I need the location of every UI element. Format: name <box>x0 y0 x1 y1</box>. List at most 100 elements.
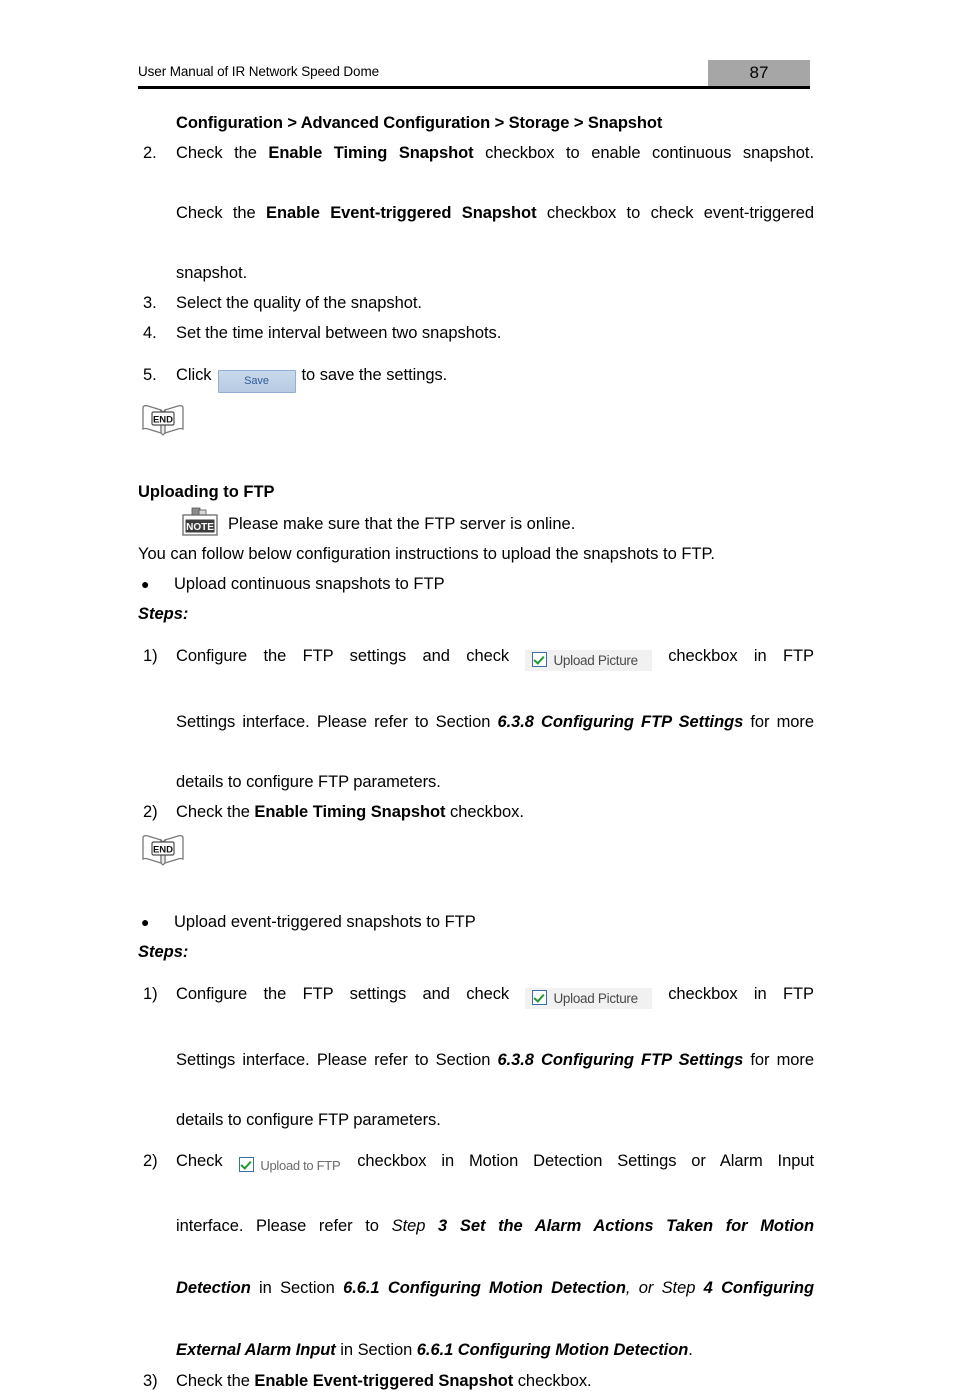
list-item: 5. Click Save to save the settings. <box>138 358 814 393</box>
document-content: Configuration > Advanced Configuration >… <box>138 108 814 1396</box>
save-button[interactable]: Save <box>217 370 296 393</box>
text-run: checkbox in Motion Detection Settings or… <box>357 1152 814 1170</box>
text-run: Check the <box>176 144 269 162</box>
upload-picture-checkbox-chip[interactable]: Upload Picture <box>525 650 652 671</box>
text-run: checkbox to enable continuous snapshot. <box>473 144 815 162</box>
list-item-line: Detection in Section 6.6.1 Configuring M… <box>176 1273 814 1335</box>
text-run: for more <box>743 1051 814 1069</box>
text-run-bold-italic: 3 Set the Alarm Actions Taken for Motion <box>425 1217 814 1235</box>
intro-paragraph: You can follow below configuration instr… <box>138 545 715 563</box>
list-item-text: Select the quality of the snapshot. <box>176 294 422 312</box>
end-marker-2: END <box>140 833 814 867</box>
text-run-bold-italic: 6.6.1 Configuring Motion Detection <box>416 1341 689 1359</box>
text-run: Click <box>176 366 212 384</box>
text-run-italic: Step <box>661 1279 696 1297</box>
text-run: for more <box>743 713 814 731</box>
list-item-line: Check Upload to FTP checkbox in Motion D… <box>176 1145 814 1211</box>
upload-picture-checkbox-chip[interactable]: Upload Picture <box>525 988 652 1009</box>
checkbox-label: Upload Picture <box>553 653 638 668</box>
text-run: Settings interface. Please refer to Sect… <box>176 713 498 731</box>
list-item-line: Check the Enable Event-triggered Snapsho… <box>176 198 814 258</box>
text-run-bold: Enable Timing Snapshot <box>254 803 446 821</box>
text-run: in Section <box>250 1279 344 1297</box>
list-item: 4. Set the time interval between two sna… <box>138 318 814 348</box>
list-marker: 4. <box>143 324 157 342</box>
list-item: 2) Check the Enable Timing Snapshot chec… <box>138 797 814 827</box>
text-run: checkbox. <box>513 1372 592 1390</box>
svg-text:NOTE: NOTE <box>186 522 214 533</box>
text-run: interface. Please refer to <box>176 1217 392 1235</box>
text-run: Check <box>176 1152 223 1170</box>
list-item-line: details to configure FTP parameters. <box>176 1111 441 1129</box>
checkbox-checked-icon[interactable] <box>239 1157 255 1172</box>
text-run-bold-italic: 6.3.8 Configuring FTP Settings <box>497 713 744 731</box>
note-callout: NOTE Please make sure that the FTP serve… <box>180 507 814 539</box>
section-heading-uploading-to-ftp: Uploading to FTP <box>138 483 275 501</box>
text-run-bold-italic: 4 Configuring <box>695 1279 814 1297</box>
list-marker: 5. <box>143 366 157 384</box>
list-item: 2) Check Upload to FTP checkbox in Motio… <box>138 1145 814 1366</box>
text-run: in Section <box>335 1341 417 1359</box>
list-item-line: details to configure FTP parameters. <box>176 773 441 791</box>
list-item-text: Set the time interval between two snapsh… <box>176 324 502 342</box>
bullet-dot-icon: ● <box>141 914 150 930</box>
page-number-badge: 87 <box>708 60 810 86</box>
text-run-bold-italic: Detection <box>176 1279 251 1297</box>
bullet-text: Upload event-triggered snapshots to FTP <box>174 913 476 931</box>
list-marker: 3) <box>143 1372 158 1390</box>
end-marker-1: END <box>140 403 814 437</box>
text-run-italic: , or <box>625 1279 662 1297</box>
header-divider <box>138 86 810 89</box>
end-book-icon: END <box>140 833 186 867</box>
text-run-bold-italic: External Alarm Input <box>176 1341 336 1359</box>
list-item-line: interface. Please refer to Step 3 Set th… <box>176 1211 814 1273</box>
list-item: 3. Select the quality of the snapshot. <box>138 288 814 318</box>
checkbox-label: Upload to FTP <box>260 1158 341 1173</box>
text-run: checkbox to check event-triggered <box>536 204 815 222</box>
list-item: 2. Check the Enable Timing Snapshot chec… <box>138 138 814 288</box>
text-run-italic: Step <box>391 1217 426 1235</box>
document-page: User Manual of IR Network Speed Dome 87 … <box>0 0 954 1390</box>
checkbox-checked-icon[interactable] <box>532 652 548 667</box>
list-marker: 2. <box>143 144 157 162</box>
list-item-line: Configure the FTP settings and check Upl… <box>176 639 814 707</box>
text-run: . <box>688 1341 693 1359</box>
svg-text:END: END <box>153 414 173 425</box>
text-run-bold: Enable Timing Snapshot <box>268 144 474 162</box>
text-run: Check the <box>176 204 267 222</box>
list-marker: 2) <box>143 1152 158 1170</box>
text-run: checkbox in FTP <box>668 647 815 665</box>
checkbox-label: Upload Picture <box>553 991 638 1006</box>
list-item-line: snapshot. <box>176 264 248 282</box>
text-run: Settings interface. Please refer to Sect… <box>176 1051 498 1069</box>
note-text: Please make sure that the FTP server is … <box>228 515 576 533</box>
text-run: to save the settings. <box>301 366 448 384</box>
bullet-dot-icon: ● <box>141 576 150 592</box>
list-marker: 3. <box>143 294 157 312</box>
list-item-line: Configure the FTP settings and check Upl… <box>176 977 814 1045</box>
bullet-text: Upload continuous snapshots to FTP <box>174 575 445 593</box>
list-marker: 1) <box>143 647 158 665</box>
text-run: Configure the FTP settings and check <box>176 647 510 665</box>
text-run-bold-italic: 6.3.8 Configuring FTP Settings <box>497 1051 744 1069</box>
steps-label: Steps: <box>138 605 189 623</box>
text-run: Check the <box>176 1372 255 1390</box>
text-run: Check the <box>176 803 255 821</box>
text-run: checkbox. <box>445 803 524 821</box>
steps-label: Steps: <box>138 943 189 961</box>
list-item-line: External Alarm Input in Section 6.6.1 Co… <box>176 1335 814 1366</box>
list-marker: 1) <box>143 985 158 1003</box>
checkbox-checked-icon[interactable] <box>532 990 548 1005</box>
list-item-line: Settings interface. Please refer to Sect… <box>176 707 814 767</box>
upload-to-ftp-checkbox-chip[interactable]: Upload to FTP <box>237 1155 342 1176</box>
header-title: User Manual of IR Network Speed Dome <box>138 64 380 79</box>
list-item-line: Check the Enable Timing Snapshot checkbo… <box>176 138 814 198</box>
text-run-bold-italic: 6.6.1 Configuring Motion Detection <box>343 1279 626 1297</box>
text-run-bold: Enable Event-triggered Snapshot <box>266 204 537 222</box>
list-item: 1) Configure the FTP settings and check … <box>138 639 814 797</box>
bullet-item: ● Upload continuous snapshots to FTP <box>138 569 814 599</box>
